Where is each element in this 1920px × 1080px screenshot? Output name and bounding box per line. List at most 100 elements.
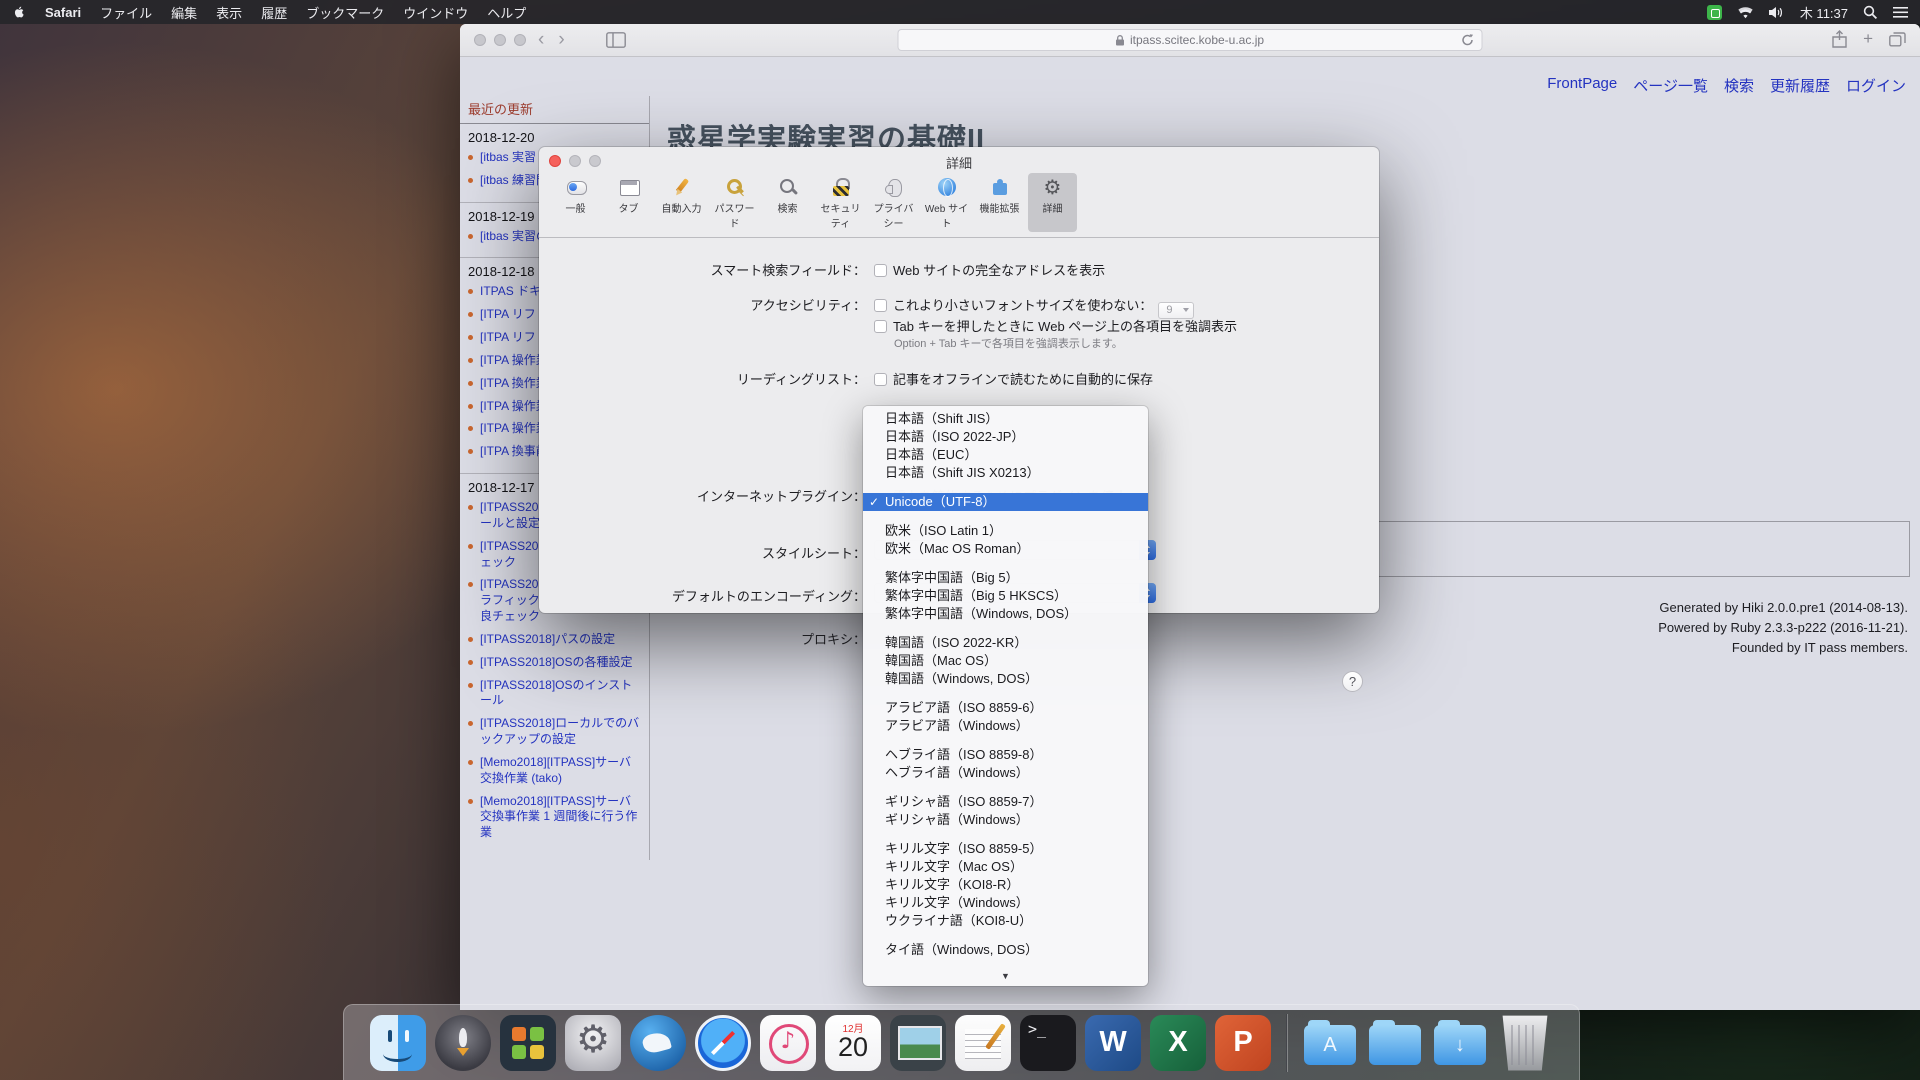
encoding-menu-item[interactable]: 繁体字中国語（Big 5 HKSCS） — [863, 587, 1148, 605]
recent-update-link[interactable]: [itbas 練習問 — [480, 173, 548, 187]
wiki-nav-link[interactable]: 更新履歴 — [1770, 75, 1830, 96]
recent-update-link[interactable]: [ITPASS2018]OSの各種設定 — [480, 655, 633, 669]
encoding-menu-item[interactable]: ヘブライ語（ISO 8859-8） — [863, 746, 1148, 764]
reload-icon[interactable] — [1461, 33, 1475, 47]
recent-update-link[interactable]: [ITPA 操作業 — [480, 421, 548, 435]
encoding-menu-item[interactable]: アラビア語（Windows） — [863, 717, 1148, 735]
encoding-menu-item[interactable]: タイ語（Windows, DOS） — [863, 941, 1148, 959]
finder-dock-icon[interactable] — [370, 1015, 426, 1071]
prefs-tab-general[interactable]: 一般 — [551, 173, 600, 232]
recent-update-link[interactable]: [itbas 実習の — [480, 229, 548, 243]
encoding-menu-item[interactable]: 日本語（Shift JIS X0213） — [863, 464, 1148, 482]
encoding-menu-item[interactable]: 繁体字中国語（Big 5） — [863, 569, 1148, 587]
encoding-menu-item[interactable]: キリル文字（KOI8-R） — [863, 876, 1148, 894]
recent-update-link[interactable]: [ITPA リフト — [480, 330, 548, 344]
notification-center-icon[interactable] — [1893, 6, 1908, 19]
spotlight-icon[interactable] — [1863, 5, 1878, 20]
safari-dock-icon[interactable] — [695, 1015, 751, 1071]
applications-folder-dock-icon[interactable]: A — [1302, 1015, 1358, 1071]
excel-dock-icon[interactable]: X — [1150, 1015, 1206, 1071]
sidebar-toggle-icon[interactable] — [606, 32, 626, 48]
encoding-menu-item[interactable]: キリル文字（ISO 8859-5） — [863, 840, 1148, 858]
encoding-menu-item[interactable]: 欧米（Mac OS Roman） — [863, 540, 1148, 558]
prefs-tab-tabs[interactable]: タブ — [604, 173, 653, 232]
photo-dock-icon[interactable] — [890, 1015, 946, 1071]
scroll-more-arrow[interactable]: ▼ — [863, 970, 1148, 984]
encoding-menu-item[interactable]: 欧米（ISO Latin 1） — [863, 522, 1148, 540]
encoding-menu-item[interactable]: ヘブライ語（Windows） — [863, 764, 1148, 782]
calendar-dock-icon[interactable]: 12月20 — [825, 1015, 881, 1071]
documents-folder-dock-icon[interactable] — [1367, 1015, 1423, 1071]
powerpoint-dock-icon[interactable]: P — [1215, 1015, 1271, 1071]
menubar-item[interactable]: ウインドウ — [403, 3, 468, 22]
address-bar[interactable]: itpass.scitec.kobe-u.ac.jp — [898, 29, 1483, 51]
word-dock-icon[interactable]: W — [1085, 1015, 1141, 1071]
forward-button[interactable]: › — [558, 28, 564, 52]
menubar-item[interactable]: ファイル — [100, 3, 152, 22]
thunderbird-dock-icon[interactable] — [630, 1015, 686, 1071]
encoding-menu-item[interactable]: ✓Unicode（UTF-8） — [863, 493, 1148, 511]
prefs-tab-search[interactable]: 検索 — [763, 173, 812, 232]
prefs-tab-advanced[interactable]: 詳細 — [1028, 173, 1077, 232]
preferences-titlebar[interactable]: 詳細 — [539, 147, 1379, 171]
encoding-menu-item[interactable]: 韓国語（ISO 2022-KR） — [863, 634, 1148, 652]
back-button[interactable]: ‹ — [538, 28, 544, 52]
encoding-menu-item[interactable]: ウクライナ語（KOI8-U） — [863, 912, 1148, 930]
wiki-nav-link[interactable]: 検索 — [1724, 75, 1754, 96]
encoding-menu-item[interactable]: ギリシャ語（ISO 8859-7） — [863, 793, 1148, 811]
recent-update-link[interactable]: [ITPA 操作業 — [480, 353, 548, 367]
encoding-menu-item[interactable]: ギリシャ語（Windows） — [863, 811, 1148, 829]
prefs-tab-passwords[interactable]: パスワード — [710, 173, 759, 232]
volume-icon[interactable] — [1769, 6, 1785, 19]
menubar-item[interactable]: 表示 — [216, 3, 242, 22]
prefs-tab-autofill[interactable]: 自動入力 — [657, 173, 706, 232]
menubar-item[interactable]: ブックマーク — [306, 3, 384, 22]
wifi-icon[interactable] — [1737, 6, 1754, 19]
downloads-folder-dock-icon[interactable]: ↓ — [1432, 1015, 1488, 1071]
recent-update-link[interactable]: [ITPA 換事前 — [480, 444, 548, 458]
textedit-dock-icon[interactable] — [955, 1015, 1011, 1071]
prefs-tab-privacy[interactable]: プライバシー — [869, 173, 918, 232]
encoding-menu-item[interactable]: 繁体字中国語（Windows, DOS） — [863, 605, 1148, 623]
new-tab-icon[interactable]: + — [1863, 30, 1873, 48]
prefs-tab-extensions[interactable]: 機能拡張 — [975, 173, 1024, 232]
min-font-size-checkbox[interactable] — [874, 299, 887, 312]
encoding-menu-item[interactable]: 韓国語（Windows, DOS） — [863, 670, 1148, 688]
recent-update-link[interactable]: [ITPA リフト — [480, 307, 548, 321]
minimize-button[interactable] — [494, 34, 506, 46]
wiki-nav-link[interactable]: FrontPage — [1547, 75, 1617, 96]
tiles-dock-icon[interactable] — [500, 1015, 556, 1071]
menubar-item[interactable]: ヘルプ — [487, 3, 526, 22]
system-preferences-dock-icon[interactable] — [565, 1015, 621, 1071]
prefs-tab-websites[interactable]: Web サイト — [922, 173, 971, 232]
menubar-item[interactable]: Safari — [45, 5, 81, 20]
encoding-menu-item[interactable]: アラビア語（ISO 8859-6） — [863, 699, 1148, 717]
menubar-item[interactable]: 履歴 — [261, 3, 287, 22]
zoom-button[interactable] — [514, 34, 526, 46]
wiki-nav-link[interactable]: ページ一覧 — [1633, 75, 1708, 96]
terminal-dock-icon[interactable]: >_ — [1020, 1015, 1076, 1071]
trash-dock-icon[interactable] — [1497, 1015, 1553, 1071]
menubar-clock[interactable]: 木 11:37 — [1800, 3, 1848, 22]
recent-update-link[interactable]: [Memo2018][ITPASS]サーバ交換事作業 1 週間後に行う作業 — [480, 794, 637, 840]
smart-search-checkbox[interactable] — [874, 264, 887, 277]
launchpad-dock-icon[interactable] — [435, 1015, 491, 1071]
recent-update-link[interactable]: [Memo2018][ITPASS]サーバ交換作業 (tako) — [480, 755, 631, 785]
menubar-item[interactable]: 編集 — [171, 3, 197, 22]
recent-update-link[interactable]: [itbas 実習 — [480, 150, 536, 164]
encoding-menu-item[interactable]: 日本語（EUC） — [863, 446, 1148, 464]
wiki-nav-link[interactable]: ログイン — [1846, 75, 1906, 96]
help-button[interactable]: ? — [1342, 671, 1363, 692]
encoding-menu-item[interactable]: 日本語（ISO 2022-JP） — [863, 428, 1148, 446]
recent-update-link[interactable]: [ITPA 操作業 — [480, 399, 548, 413]
share-icon[interactable] — [1832, 30, 1847, 48]
green-status-icon[interactable] — [1707, 5, 1722, 20]
encoding-menu-item[interactable]: 韓国語（Mac OS） — [863, 652, 1148, 670]
encoding-menu-item[interactable]: 日本語（Shift JIS） — [863, 410, 1148, 428]
encoding-menu-item[interactable]: キリル文字（Windows） — [863, 894, 1148, 912]
recent-update-link[interactable]: [ITPASS2018]ローカルでのバックアップの設定 — [480, 716, 639, 746]
recent-update-link[interactable]: [ITPASS2018]OSのインストール — [480, 678, 632, 708]
apple-menu-icon[interactable] — [12, 4, 26, 20]
browser-toolbar[interactable]: ‹ › itpass.scitec.kobe-u.ac.jp + — [460, 24, 1920, 57]
reading-list-checkbox[interactable] — [874, 373, 887, 386]
